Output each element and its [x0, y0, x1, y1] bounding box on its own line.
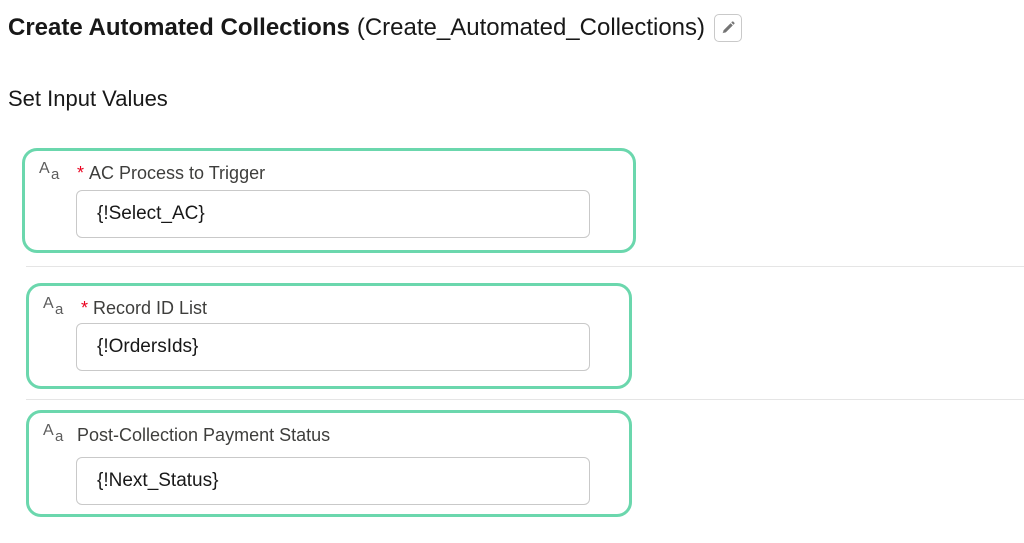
field-label: * AC Process to Trigger [77, 163, 265, 184]
text-type-icon: Aa [39, 160, 60, 183]
field-label: Post-Collection Payment Status [77, 425, 330, 446]
edit-button[interactable] [714, 14, 743, 42]
required-marker: * [77, 163, 85, 183]
field-label: * Record ID List [81, 298, 207, 319]
section-heading: Set Input Values [8, 86, 168, 111]
api-name: (Create_Automated_Collections) [356, 14, 706, 41]
divider [26, 266, 1024, 267]
text-type-icon: Aa [43, 295, 64, 318]
input-card-record-id-list: Aa * Record ID List [26, 283, 632, 389]
field-label-text: Record ID List [93, 298, 208, 318]
text-type-icon: Aa [43, 422, 64, 445]
field-label-text: Post-Collection Payment Status [77, 425, 331, 445]
input-card-payment-status: Aa Post-Collection Payment Status [26, 410, 632, 517]
field-label-text: AC Process to Trigger [89, 163, 266, 183]
payment-status-input[interactable] [76, 457, 590, 505]
page-header: Create Automated Collections (Create_Aut… [8, 10, 743, 46]
page-title: Create Automated Collections [8, 14, 350, 41]
pencil-icon [722, 21, 735, 34]
input-card-ac-process: Aa * AC Process to Trigger [22, 148, 636, 253]
divider [26, 399, 1024, 400]
required-marker: * [81, 298, 89, 318]
record-id-list-input[interactable] [76, 323, 590, 371]
ac-process-input[interactable] [76, 190, 590, 238]
